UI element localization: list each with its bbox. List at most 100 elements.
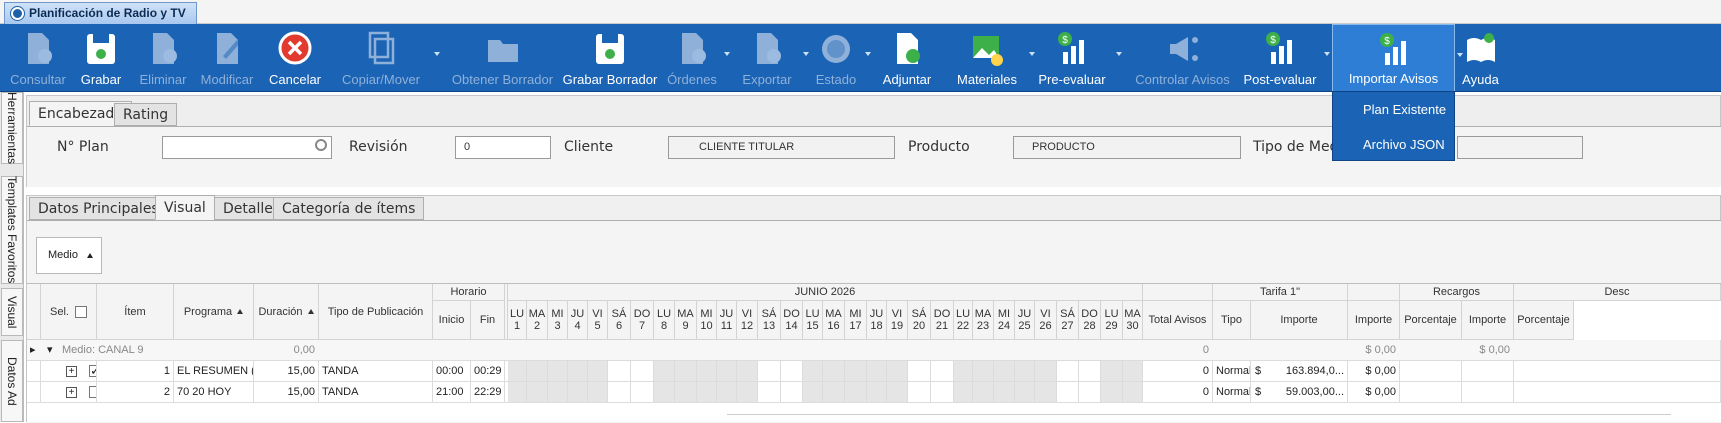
day-cell[interactable] — [994, 361, 1015, 382]
day-cell[interactable] — [994, 382, 1015, 403]
menu-item-archivo-json[interactable]: Archivo JSON — [1333, 127, 1454, 162]
day-header[interactable]: MA 2 — [527, 301, 548, 340]
window-tab[interactable]: Planificación de Radio y TV — [4, 2, 197, 24]
search-icon[interactable] — [315, 139, 327, 151]
day-cell[interactable] — [737, 361, 758, 382]
day-cell[interactable] — [887, 361, 908, 382]
row-select-cell[interactable]: +✓ — [41, 361, 97, 382]
day-header[interactable]: LU 8 — [654, 301, 675, 340]
day-cell[interactable] — [803, 382, 823, 403]
ribbon-button-obtener-borrador[interactable]: Obtener Borrador — [441, 24, 564, 92]
row-select-cell[interactable]: + — [41, 382, 97, 403]
day-cell[interactable] — [697, 361, 717, 382]
side-tab-visual[interactable]: Visual — [1, 288, 23, 336]
day-cell[interactable] — [867, 361, 887, 382]
ribbon-button-estado[interactable]: Estado — [810, 24, 871, 92]
day-cell[interactable] — [887, 382, 908, 403]
row-tipo[interactable]: Normal — [1213, 361, 1251, 382]
day-cell[interactable] — [758, 382, 781, 403]
col-tipo-publicacion[interactable]: Tipo de Publicación — [319, 284, 433, 340]
day-header[interactable]: MI 17 — [845, 301, 867, 340]
side-tab-datos[interactable]: Datos Ad — [1, 340, 23, 422]
day-cell[interactable] — [568, 361, 588, 382]
col-sel[interactable]: Sel. — [41, 284, 97, 340]
day-cell[interactable] — [717, 382, 737, 403]
day-cell[interactable] — [758, 361, 781, 382]
ribbon-button-grabar-borrador[interactable]: Grabar Borrador — [559, 24, 661, 92]
ribbon-button-ayuda[interactable]: Ayuda — [1458, 24, 1503, 92]
day-header[interactable]: SÁ 27 — [1057, 301, 1079, 340]
row-importe-recargo[interactable] — [1462, 361, 1514, 382]
row-porcentaje-desc[interactable] — [1514, 382, 1721, 403]
day-cell[interactable] — [588, 361, 608, 382]
row-inicio[interactable]: 00:00 — [433, 361, 471, 382]
day-cell[interactable] — [675, 382, 697, 403]
row-tipo-publicacion[interactable]: TANDA — [319, 382, 433, 403]
day-cell[interactable] — [908, 382, 931, 403]
day-cell[interactable] — [527, 361, 548, 382]
day-header[interactable]: MI 10 — [697, 301, 717, 340]
ribbon-button-post-evaluar[interactable]: $ Post-evaluar — [1239, 24, 1330, 92]
day-cell[interactable] — [654, 382, 675, 403]
ribbon-button-eliminar[interactable]: Eliminar — [131, 24, 195, 92]
tab-categoria[interactable]: Categoría de ítems — [273, 197, 425, 220]
tab-detalle[interactable]: Detalle — [214, 197, 282, 220]
group-row-canal[interactable]: ▸ ▾ Medio: CANAL 9 0,00 0 $ 0,00 $ 0,00 — [27, 340, 1721, 361]
day-cell[interactable] — [1123, 361, 1143, 382]
day-cell[interactable] — [1035, 382, 1057, 403]
day-header[interactable]: MA 9 — [675, 301, 697, 340]
day-cell[interactable] — [608, 361, 631, 382]
day-header[interactable]: SÁ 6 — [608, 301, 631, 340]
day-cell[interactable] — [1101, 382, 1123, 403]
row-porcentaje-desc[interactable] — [1514, 361, 1721, 382]
day-cell[interactable] — [717, 361, 737, 382]
day-cell[interactable] — [588, 382, 608, 403]
day-header[interactable]: JU 11 — [717, 301, 737, 340]
row-importe[interactable]: 59.003,00... $ — [1251, 382, 1348, 403]
day-header[interactable]: MA 30 — [1123, 301, 1143, 340]
tipo-medio-field[interactable] — [1457, 136, 1583, 159]
day-header[interactable]: LU 29 — [1101, 301, 1123, 340]
row-inicio[interactable]: 21:00 — [433, 382, 471, 403]
side-tab-herramientas[interactable]: Herramientas — [1, 92, 23, 164]
col-tipo[interactable]: Tipo — [1213, 301, 1251, 340]
side-tab-templates[interactable]: Templates Favoritos — [1, 176, 23, 284]
day-header[interactable]: MI 3 — [548, 301, 568, 340]
row-tipo-publicacion[interactable]: TANDA — [319, 361, 433, 382]
ribbon-button-cancelar[interactable]: Cancelar — [266, 24, 324, 92]
day-cell[interactable] — [867, 382, 887, 403]
day-header[interactable]: VI 19 — [887, 301, 908, 340]
day-header[interactable]: JU 18 — [867, 301, 887, 340]
dropdown-arrow-icon[interactable] — [1116, 52, 1122, 56]
row-fin[interactable]: 22:29 — [471, 382, 505, 403]
col-importe-recargo-base[interactable]: Importe — [1348, 301, 1400, 340]
row-duracion[interactable]: 15,00 — [254, 361, 319, 382]
day-cell[interactable] — [654, 361, 675, 382]
tab-rating[interactable]: Rating — [114, 103, 178, 126]
day-cell[interactable] — [697, 382, 717, 403]
col-importe-recargo[interactable]: Importe — [1462, 301, 1514, 340]
row-tipo[interactable]: Normal — [1213, 382, 1251, 403]
row-importe-recargo[interactable] — [1462, 382, 1514, 403]
day-cell[interactable] — [508, 361, 527, 382]
day-header[interactable]: JU 4 — [568, 301, 588, 340]
day-cell[interactable] — [1079, 382, 1101, 403]
ribbon-button-pre-evaluar[interactable]: $ Pre-evaluar — [1031, 24, 1122, 92]
day-cell[interactable] — [1057, 382, 1079, 403]
expand-icon[interactable]: + — [66, 366, 77, 377]
day-cell[interactable] — [508, 382, 527, 403]
day-cell[interactable] — [1057, 361, 1079, 382]
col-programa[interactable]: Programa — [174, 284, 254, 340]
day-cell[interactable] — [803, 361, 823, 382]
day-cell[interactable] — [608, 382, 631, 403]
day-cell[interactable] — [908, 361, 931, 382]
day-header[interactable]: MA 23 — [973, 301, 994, 340]
col-total-avisos[interactable]: Total Avisos — [1143, 301, 1213, 340]
producto-field[interactable]: PRODUCTO — [1013, 136, 1241, 159]
day-cell[interactable] — [823, 382, 845, 403]
row-importe[interactable]: 163.894,0... $ — [1251, 361, 1348, 382]
day-header[interactable]: VI 12 — [737, 301, 758, 340]
ribbon-button-importar-avisos[interactable]: $ Importar Avisos — [1332, 24, 1463, 92]
ribbon-button-copiar-mover[interactable]: Copiar/Mover — [331, 24, 440, 92]
day-cell[interactable] — [737, 382, 758, 403]
